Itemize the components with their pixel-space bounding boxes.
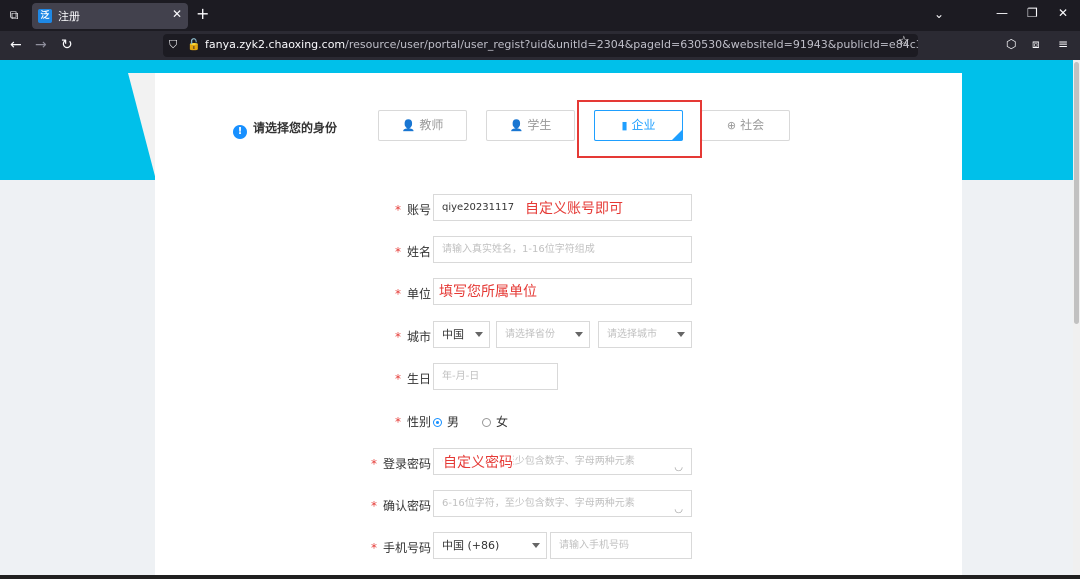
city-select[interactable]: 请选择城市	[598, 321, 692, 348]
birthday-row: * 生日 年-月-日	[155, 363, 962, 390]
phone-country-select[interactable]: 中国 (+86)	[433, 532, 547, 559]
star-icon[interactable]: ☆	[898, 34, 910, 49]
url-bar[interactable]: ⛉ 🔓 fanya.zyk2.chaoxing.com/resource/use…	[163, 34, 918, 57]
identity-prompt-text: 请选择您的身份	[253, 121, 338, 135]
unit-annotation: 填写您所属单位	[439, 284, 537, 300]
identity-teacher-label: 教师	[419, 118, 444, 132]
unit-row: * 单位 填写您所属单位	[155, 278, 962, 305]
close-icon[interactable]: ✕	[172, 7, 182, 21]
browser-nav-bar: ← → ↻ ⛉ 🔓 fanya.zyk2.chaoxing.com/resour…	[0, 31, 1080, 60]
account-row: * 账号 qiye20231117 自定义账号即可	[155, 194, 962, 221]
url-host: fanya.zyk2.chaoxing.com	[205, 38, 346, 51]
card-decoration-left	[128, 73, 156, 180]
country-select[interactable]: 中国	[433, 321, 490, 348]
identity-social-label: 社会	[740, 118, 765, 132]
city-label: * 城市	[394, 330, 431, 344]
eye-icon: ◡	[674, 504, 683, 515]
info-icon: !	[233, 125, 247, 139]
chevron-down-icon	[475, 332, 483, 337]
user-icon: 👤	[509, 119, 524, 132]
url-path: /resource/user/portal/user_regist?uid&un…	[345, 38, 918, 51]
chevron-down-icon	[575, 332, 583, 337]
maximize-icon[interactable]: ❐	[1027, 6, 1038, 20]
registration-card: ! 请选择您的身份 👤 教师 👤 学生 ▮ 企业 ⊕ 社会 * 账号 qiye2023111…	[155, 73, 962, 579]
city-row: * 城市 中国 请选择省份 请选择城市	[155, 321, 962, 348]
chevron-down-icon	[532, 543, 540, 548]
identity-social-button[interactable]: ⊕ 社会	[701, 110, 790, 141]
identity-student-label: 学生	[527, 118, 552, 132]
puzzle-icon[interactable]: ⧈	[1032, 37, 1040, 52]
identity-teacher-button[interactable]: 👤 教师	[378, 110, 467, 141]
name-row: * 姓名 请输入真实姓名，1-16位字符组成	[155, 236, 962, 263]
taskbar-strip	[0, 575, 1080, 579]
tab-title: 注册	[58, 10, 80, 23]
account-label: * 账号	[394, 203, 431, 217]
page-content: ! 请选择您的身份 👤 教师 👤 学生 ▮ 企业 ⊕ 社会 * 账号 qiye2023111…	[0, 60, 1080, 579]
plus-icon[interactable]: +	[196, 5, 209, 23]
confirm-password-input[interactable]: 6-16位字符，至少包含数字、字母两种元素 ◡	[433, 490, 692, 517]
chevron-down-icon[interactable]: ⌄	[934, 7, 944, 21]
user-icon: 👤	[401, 119, 416, 132]
confirm-password-label: * 确认密码	[370, 499, 431, 513]
page-scrollbar[interactable]	[1073, 60, 1080, 579]
reload-icon[interactable]: ↻	[61, 37, 73, 53]
hamburger-icon[interactable]: ≡	[1058, 37, 1068, 51]
birthday-label: * 生日	[394, 372, 431, 386]
gender-female-radio[interactable]: 女	[482, 413, 508, 430]
shield-icon[interactable]: ⛉	[169, 38, 181, 52]
gender-label: * 性别	[394, 415, 431, 429]
tab-list-icon[interactable]: ⧉	[6, 7, 22, 23]
name-input[interactable]: 请输入真实姓名，1-16位字符组成	[433, 236, 692, 263]
password-annotation: 自定义密码	[443, 452, 513, 472]
identity-student-button[interactable]: 👤 学生	[486, 110, 575, 141]
pocket-icon[interactable]: ⬡	[1006, 37, 1016, 51]
arrow-right-icon[interactable]: →	[35, 37, 47, 53]
phone-label: * 手机号码	[370, 541, 431, 555]
window-close-icon[interactable]: ✕	[1058, 6, 1068, 20]
phone-row: * 手机号码 中国 (+86) 请输入手机号码	[155, 532, 962, 559]
name-label: * 姓名	[394, 245, 431, 259]
password-label: * 登录密码	[370, 457, 431, 471]
globe-icon: ⊕	[726, 119, 737, 132]
birthday-input[interactable]: 年-月-日	[433, 363, 558, 390]
minimize-icon[interactable]: —	[996, 6, 1008, 20]
lock-icon[interactable]: 🔓	[187, 38, 201, 52]
chevron-down-icon	[677, 332, 685, 337]
tab-favicon-icon: 泛	[38, 9, 52, 23]
identity-prompt: ! 请选择您的身份	[233, 119, 337, 139]
password-row: * 登录密码 6-16位字符，至少包含数字、字母两种元素 ◡ 自定义密码	[155, 448, 962, 475]
scrollbar-thumb[interactable]	[1074, 62, 1079, 324]
url-text[interactable]: fanya.zyk2.chaoxing.com/resource/user/po…	[205, 38, 918, 51]
browser-tab-bar: ⧉ 泛 注册 ✕ + ⌄ — ❐ ✕	[0, 0, 1080, 31]
highlight-box	[577, 100, 702, 158]
unit-label: * 单位	[394, 287, 431, 301]
phone-input[interactable]: 请输入手机号码	[550, 532, 692, 559]
gender-row: * 性别 男 女	[155, 413, 962, 429]
confirm-password-row: * 确认密码 6-16位字符，至少包含数字、字母两种元素 ◡	[155, 490, 962, 517]
province-select[interactable]: 请选择省份	[496, 321, 590, 348]
account-annotation: 自定义账号即可	[525, 201, 623, 217]
eye-icon: ◡	[674, 462, 683, 473]
arrow-left-icon[interactable]: ←	[10, 37, 22, 53]
gender-male-radio[interactable]: 男	[433, 413, 459, 430]
browser-tab-active[interactable]: 泛 注册 ✕	[32, 3, 188, 29]
